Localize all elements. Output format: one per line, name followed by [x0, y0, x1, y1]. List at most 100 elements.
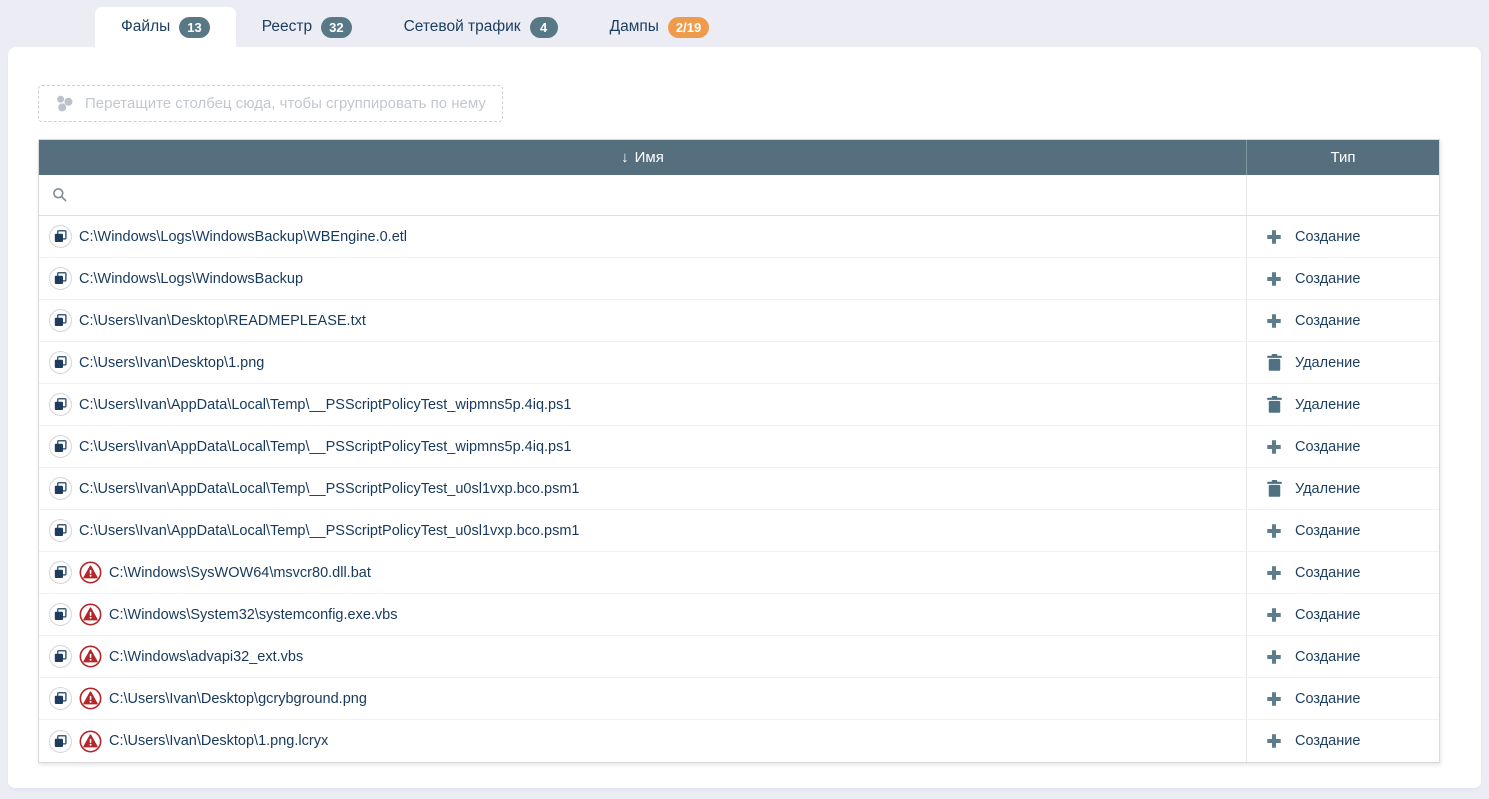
tab-dumps-badge: 2/19 — [668, 17, 709, 38]
plus-icon — [1266, 313, 1282, 329]
file-path: C:\Users\Ivan\AppData\Local\Temp\__PSScr… — [79, 523, 579, 539]
name-cell: C:\Users\Ivan\AppData\Local\Temp\__PSScr… — [39, 384, 1247, 425]
table-row[interactable]: C:\Windows\System32\systemconfig.exe.vbs… — [39, 594, 1439, 636]
event-type-label: Удаление — [1295, 397, 1360, 413]
tab-files-badge: 13 — [179, 17, 209, 38]
copy-path-button[interactable] — [49, 309, 72, 332]
table-row[interactable]: C:\Users\Ivan\Desktop\1.png.lcryx Создани… — [39, 720, 1439, 762]
plus-icon — [1266, 439, 1282, 455]
copy-path-button[interactable] — [49, 645, 72, 668]
table-row[interactable]: C:\Users\Ivan\AppData\Local\Temp\__PSScr… — [39, 384, 1439, 426]
warning-icon — [79, 561, 102, 584]
name-cell: C:\Users\Ivan\Desktop\1.png.lcryx — [39, 720, 1247, 762]
type-cell: Создание — [1247, 636, 1439, 677]
table-row[interactable]: C:\Windows\Logs\WindowsBackupСоздание — [39, 258, 1439, 300]
table-header-row: ↓ Имя Тип — [39, 140, 1439, 175]
plus-icon — [1266, 607, 1282, 623]
column-header-name[interactable]: ↓ Имя — [39, 140, 1246, 175]
copy-path-button[interactable] — [49, 351, 72, 374]
name-filter-input[interactable] — [39, 175, 1246, 215]
table-row[interactable]: C:\Windows\SysWOW64\msvcr80.dll.batСозда… — [39, 552, 1439, 594]
copy-path-button[interactable] — [49, 730, 72, 753]
tab-dumps-label: Дампы — [610, 18, 659, 36]
event-type-label: Создание — [1295, 607, 1360, 623]
name-cell: C:\Windows\System32\systemconfig.exe.vbs — [39, 594, 1247, 635]
tab-files[interactable]: Файлы 13 — [95, 7, 236, 47]
tab-network-traffic[interactable]: Сетевой трафик 4 — [378, 7, 584, 47]
file-path: C:\Users\Ivan\AppData\Local\Temp\__PSScr… — [79, 397, 571, 413]
name-cell: C:\Users\Ivan\Desktop\1.png — [39, 342, 1247, 383]
copy-path-button[interactable] — [49, 267, 72, 290]
table-row[interactable]: C:\Users\Ivan\AppData\Local\Temp\__PSScr… — [39, 426, 1439, 468]
type-cell: Создание — [1247, 216, 1439, 257]
type-filter-input[interactable] — [1246, 175, 1439, 215]
warning-icon — [79, 730, 102, 753]
plus-icon — [1266, 691, 1282, 707]
event-type-label: Создание — [1295, 733, 1360, 749]
file-path: C:\Users\Ivan\Desktop\1.png.lcryx — [109, 733, 328, 749]
trash-icon — [1266, 354, 1282, 371]
copy-path-button[interactable] — [49, 519, 72, 542]
event-type-label: Создание — [1295, 523, 1360, 539]
tab-network-traffic-badge: 4 — [530, 17, 558, 38]
name-cell: C:\Users\Ivan\Desktop\READMEPLEASE.txt — [39, 300, 1247, 341]
table-body: C:\Windows\Logs\WindowsBackup\WBEngine.0… — [39, 216, 1439, 762]
tab-registry-label: Реестр — [262, 18, 312, 36]
type-cell: Создание — [1247, 594, 1439, 635]
tab-files-label: Файлы — [121, 18, 170, 36]
copy-path-button[interactable] — [49, 393, 72, 416]
tab-dumps[interactable]: Дампы 2/19 — [584, 7, 736, 47]
table-row[interactable]: C:\Users\Ivan\Desktop\READMEPLEASE.txt Со… — [39, 300, 1439, 342]
files-panel: Перетащите столбец сюда, чтобы сгруппиро… — [8, 47, 1481, 790]
name-cell: C:\Windows\Logs\WindowsBackup\WBEngine.0… — [39, 216, 1247, 257]
plus-icon — [1266, 523, 1282, 539]
file-path: C:\Users\Ivan\AppData\Local\Temp\__PSScr… — [79, 481, 579, 497]
table-row[interactable]: C:\Windows\Logs\WindowsBackup\WBEngine.0… — [39, 216, 1439, 258]
type-cell: Удаление — [1247, 342, 1439, 383]
name-cell: C:\Users\Ivan\AppData\Local\Temp\__PSScr… — [39, 468, 1247, 509]
plus-icon — [1266, 565, 1282, 581]
type-cell: Создание — [1247, 300, 1439, 341]
group-icon — [55, 94, 74, 113]
trash-icon — [1266, 480, 1282, 497]
plus-icon — [1266, 271, 1282, 287]
tab-registry[interactable]: Реестр 32 — [236, 7, 378, 47]
event-type-label: Создание — [1295, 271, 1360, 287]
event-type-label: Удаление — [1295, 355, 1360, 371]
type-cell: Создание — [1247, 720, 1439, 762]
copy-path-button[interactable] — [49, 561, 72, 584]
type-cell: Создание — [1247, 678, 1439, 719]
tab-bar: Файлы 13 Реестр 32 Сетевой трафик 4 Дамп… — [0, 0, 1489, 47]
table-row[interactable]: C:\Windows\advapi32_ext.vbsСоздание — [39, 636, 1439, 678]
file-path: C:\Windows\Logs\WindowsBackup\WBEngine.0… — [79, 229, 407, 245]
column-header-name-label: Имя — [635, 149, 664, 166]
tab-registry-badge: 32 — [321, 17, 351, 38]
table-row[interactable]: C:\Users\Ivan\AppData\Local\Temp\__PSScr… — [39, 468, 1439, 510]
type-cell: Создание — [1247, 258, 1439, 299]
type-cell: Создание — [1247, 426, 1439, 467]
file-path: C:\Users\Ivan\Desktop\1.png — [79, 355, 264, 371]
copy-path-button[interactable] — [49, 687, 72, 710]
search-icon — [52, 187, 68, 203]
column-header-type[interactable]: Тип — [1246, 140, 1439, 175]
event-type-label: Создание — [1295, 649, 1360, 665]
table-row[interactable]: C:\Users\Ivan\Desktop\gcrybground.pngСоз… — [39, 678, 1439, 720]
copy-path-button[interactable] — [49, 435, 72, 458]
filter-row — [39, 175, 1439, 216]
plus-icon — [1266, 649, 1282, 665]
group-by-drop-zone[interactable]: Перетащите столбец сюда, чтобы сгруппиро… — [38, 85, 503, 122]
file-path: C:\Users\Ivan\AppData\Local\Temp\__PSScr… — [79, 439, 571, 455]
copy-path-button[interactable] — [49, 477, 72, 500]
copy-path-button[interactable] — [49, 225, 72, 248]
table-row[interactable]: C:\Users\Ivan\AppData\Local\Temp\__PSScr… — [39, 510, 1439, 552]
warning-icon — [79, 687, 102, 710]
name-cell: C:\Windows\SysWOW64\msvcr80.dll.bat — [39, 552, 1247, 593]
warning-icon — [79, 645, 102, 668]
copy-path-button[interactable] — [49, 603, 72, 626]
event-type-label: Создание — [1295, 229, 1360, 245]
type-cell: Удаление — [1247, 384, 1439, 425]
table-row[interactable]: C:\Users\Ivan\Desktop\1.png Удаление — [39, 342, 1439, 384]
plus-icon — [1266, 229, 1282, 245]
file-path: C:\Users\Ivan\Desktop\READMEPLEASE.txt — [79, 313, 366, 329]
warning-icon — [79, 603, 102, 626]
